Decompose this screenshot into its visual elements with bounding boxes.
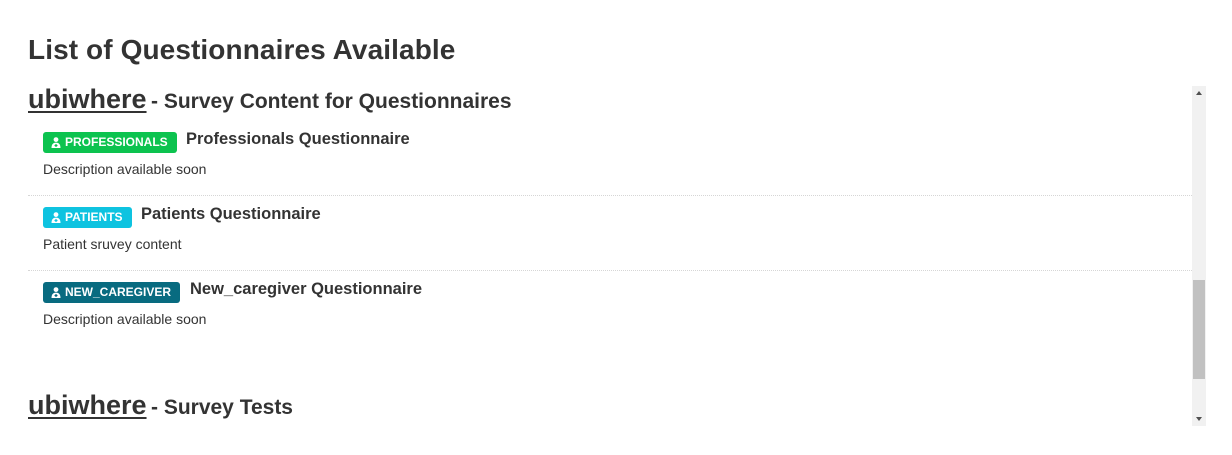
badge-label: PROFESSIONALS <box>65 135 168 149</box>
questionnaire-item: NEW_CAREGIVER New_caregiver Questionnair… <box>28 271 1192 346</box>
badge-label: PATIENTS <box>65 210 123 224</box>
badge-label: NEW_CAREGIVER <box>65 285 172 299</box>
questionnaire-title[interactable]: New_caregiver Questionnaire <box>190 280 422 299</box>
questionnaire-description: Description available soon <box>43 311 207 327</box>
heading-separator: - <box>150 90 164 113</box>
badge-new-caregiver[interactable]: NEW_CAREGIVER <box>43 282 181 303</box>
vertical-scrollbar[interactable] <box>1192 86 1206 426</box>
org-link[interactable]: ubiwhere <box>28 84 147 114</box>
user-md-icon <box>51 212 61 223</box>
questionnaire-item: PATIENTS Patients Questionnaire Patient … <box>28 196 1192 271</box>
questionnaire-description: Description available soon <box>43 161 207 177</box>
survey-heading: ubiwhere - Survey Content for Questionna… <box>28 84 512 115</box>
survey-heading: ubiwhere - Survey Tests <box>28 390 293 421</box>
survey-title: Survey Tests <box>163 396 293 419</box>
page-title: List of Questionnaires Available <box>28 34 456 65</box>
org-link[interactable]: ubiwhere <box>28 390 147 420</box>
user-md-icon <box>51 137 61 148</box>
survey-title: Survey Content for Questionnaires <box>163 90 512 113</box>
survey-list: ubiwhere - Survey Content for Questionna… <box>28 84 1192 426</box>
scrollbar-thumb[interactable] <box>1193 280 1205 379</box>
badge-patients[interactable]: PATIENTS <box>43 207 132 228</box>
questionnaire-title[interactable]: Patients Questionnaire <box>141 205 321 224</box>
user-md-icon <box>51 287 61 298</box>
questionnaire-title[interactable]: Professionals Questionnaire <box>186 130 410 149</box>
heading-separator: - <box>150 396 164 419</box>
badge-professionals[interactable]: PROFESSIONALS <box>43 132 177 153</box>
arrow-up-icon[interactable] <box>1192 86 1206 100</box>
questionnaire-item: PROFESSIONALS Professionals Questionnair… <box>28 121 1192 196</box>
questionnaires-page: List of Questionnaires Available ubiwher… <box>0 0 1232 455</box>
arrow-down-icon[interactable] <box>1192 412 1206 426</box>
questionnaire-description: Patient sruvey content <box>43 236 182 252</box>
